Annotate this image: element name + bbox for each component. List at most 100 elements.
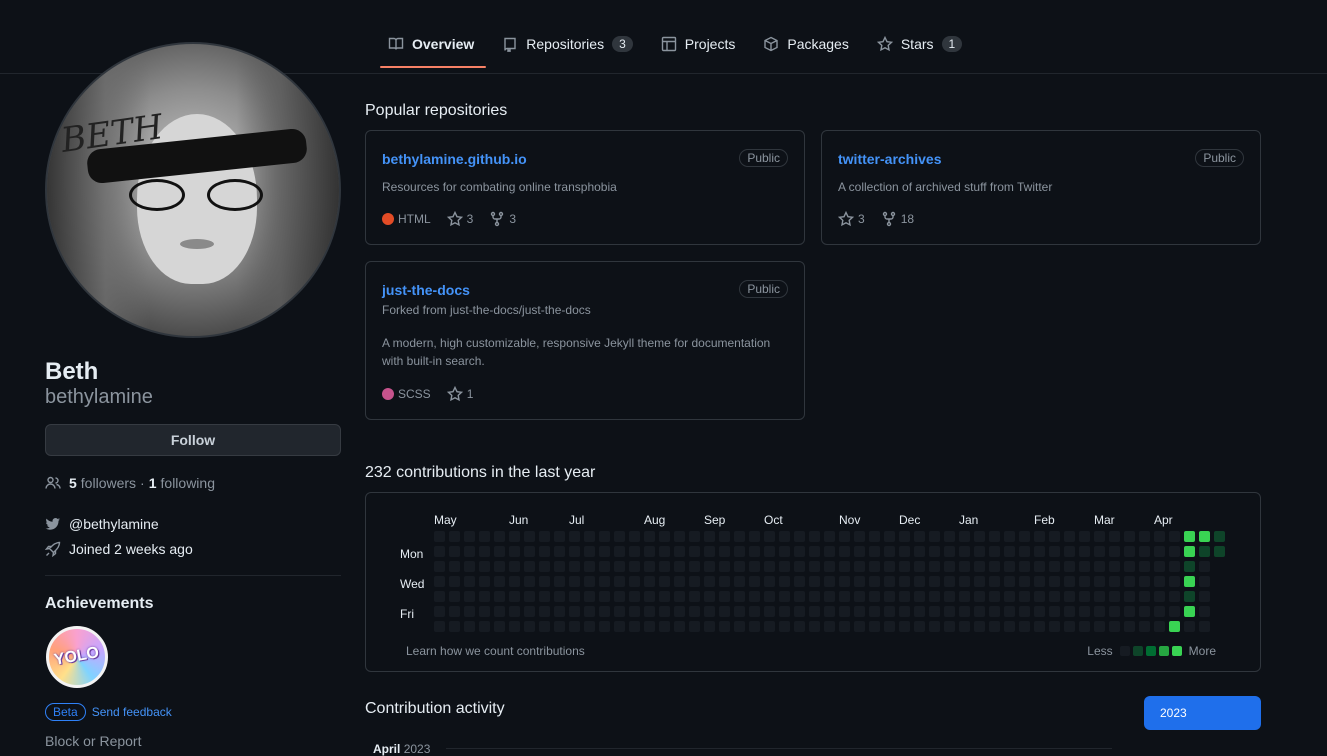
contribution-day-cell[interactable] bbox=[869, 561, 880, 572]
contribution-day-cell[interactable] bbox=[569, 531, 580, 542]
contribution-day-cell[interactable] bbox=[764, 546, 775, 557]
contribution-day-cell[interactable] bbox=[1109, 606, 1120, 617]
contribution-day-cell[interactable] bbox=[854, 576, 865, 587]
contribution-day-cell[interactable] bbox=[554, 606, 565, 617]
contribution-day-cell[interactable] bbox=[899, 591, 910, 602]
contribution-day-cell[interactable] bbox=[464, 591, 475, 602]
contribution-day-cell[interactable] bbox=[569, 576, 580, 587]
contribution-day-cell[interactable] bbox=[1169, 606, 1180, 617]
contribution-day-cell[interactable] bbox=[1064, 591, 1075, 602]
contribution-day-cell[interactable] bbox=[914, 561, 925, 572]
contribution-day-cell[interactable] bbox=[854, 621, 865, 632]
contribution-day-cell[interactable] bbox=[914, 591, 925, 602]
contribution-day-cell[interactable] bbox=[1199, 561, 1210, 572]
contribution-day-cell[interactable] bbox=[839, 531, 850, 542]
following-label[interactable]: following bbox=[161, 475, 215, 491]
follow-button[interactable]: Follow bbox=[45, 424, 341, 456]
contribution-day-cell[interactable] bbox=[1109, 531, 1120, 542]
contribution-day-cell[interactable] bbox=[764, 591, 775, 602]
contribution-day-cell[interactable] bbox=[599, 606, 610, 617]
contribution-day-cell[interactable] bbox=[1004, 621, 1015, 632]
repo-forks[interactable]: 18 bbox=[881, 211, 914, 227]
contribution-day-cell[interactable] bbox=[449, 561, 460, 572]
contribution-day-cell[interactable] bbox=[689, 561, 700, 572]
contribution-day-cell[interactable] bbox=[659, 591, 670, 602]
contribution-day-cell[interactable] bbox=[779, 591, 790, 602]
contribution-day-cell[interactable] bbox=[1064, 531, 1075, 542]
contribution-day-cell[interactable] bbox=[779, 606, 790, 617]
contribution-day-cell[interactable] bbox=[1064, 561, 1075, 572]
contribution-day-cell[interactable] bbox=[1169, 591, 1180, 602]
repo-link[interactable]: just-the-docs bbox=[382, 282, 470, 298]
contribution-day-cell[interactable] bbox=[704, 606, 715, 617]
contribution-day-cell[interactable] bbox=[674, 531, 685, 542]
contribution-day-cell[interactable] bbox=[749, 576, 760, 587]
contribution-day-cell[interactable] bbox=[629, 621, 640, 632]
tab-repositories[interactable]: Repositories 3 bbox=[494, 28, 645, 66]
contribution-day-cell[interactable] bbox=[884, 546, 895, 557]
contribution-day-cell[interactable] bbox=[614, 576, 625, 587]
contribution-day-cell[interactable] bbox=[449, 621, 460, 632]
contribution-day-cell[interactable] bbox=[509, 561, 520, 572]
contribution-day-cell[interactable] bbox=[779, 531, 790, 542]
contribution-day-cell[interactable] bbox=[1094, 561, 1105, 572]
contribution-day-cell[interactable] bbox=[974, 591, 985, 602]
contribution-day-cell[interactable] bbox=[809, 546, 820, 557]
contribution-day-cell[interactable] bbox=[479, 531, 490, 542]
contribution-day-cell[interactable] bbox=[914, 621, 925, 632]
contribution-day-cell[interactable] bbox=[824, 591, 835, 602]
contribution-day-cell[interactable] bbox=[1124, 561, 1135, 572]
contribution-day-cell[interactable] bbox=[899, 546, 910, 557]
contribution-day-cell[interactable] bbox=[659, 546, 670, 557]
contribution-day-cell[interactable] bbox=[569, 591, 580, 602]
contribution-day-cell[interactable] bbox=[644, 531, 655, 542]
contribution-day-cell[interactable] bbox=[989, 621, 1000, 632]
contribution-day-cell[interactable] bbox=[1094, 576, 1105, 587]
contribution-day-cell[interactable] bbox=[494, 591, 505, 602]
contribution-day-cell[interactable] bbox=[1004, 606, 1015, 617]
contribution-day-cell[interactable] bbox=[494, 606, 505, 617]
contribution-day-cell[interactable] bbox=[779, 561, 790, 572]
contribution-day-cell[interactable] bbox=[1154, 621, 1165, 632]
repo-link[interactable]: twitter-archives bbox=[838, 151, 941, 167]
contribution-day-cell[interactable] bbox=[734, 561, 745, 572]
contribution-day-cell[interactable] bbox=[494, 576, 505, 587]
contribution-day-cell[interactable] bbox=[539, 606, 550, 617]
contribution-day-cell[interactable] bbox=[959, 621, 970, 632]
contribution-day-cell[interactable] bbox=[959, 576, 970, 587]
contribution-day-cell[interactable] bbox=[524, 606, 535, 617]
contribution-day-cell[interactable] bbox=[1064, 606, 1075, 617]
contribution-day-cell[interactable] bbox=[884, 561, 895, 572]
contribution-day-cell[interactable] bbox=[674, 561, 685, 572]
contribution-day-cell[interactable] bbox=[584, 591, 595, 602]
contribution-day-cell[interactable] bbox=[734, 531, 745, 542]
tab-stars[interactable]: Stars 1 bbox=[869, 28, 974, 66]
contribution-day-cell[interactable] bbox=[1199, 606, 1210, 617]
contribution-day-cell[interactable] bbox=[734, 621, 745, 632]
contribution-day-cell[interactable] bbox=[764, 576, 775, 587]
contribution-day-cell[interactable] bbox=[1019, 546, 1030, 557]
contribution-day-cell[interactable] bbox=[584, 531, 595, 542]
contribution-day-cell[interactable] bbox=[749, 546, 760, 557]
contribution-day-cell[interactable] bbox=[644, 606, 655, 617]
contribution-day-cell[interactable] bbox=[509, 531, 520, 542]
contribution-day-cell[interactable] bbox=[974, 576, 985, 587]
contribution-day-cell[interactable] bbox=[539, 531, 550, 542]
contribution-day-cell[interactable] bbox=[1124, 576, 1135, 587]
contribution-day-cell[interactable] bbox=[689, 606, 700, 617]
repo-link[interactable]: bethylamine.github.io bbox=[382, 151, 527, 167]
contribution-day-cell[interactable] bbox=[1064, 546, 1075, 557]
contribution-day-cell[interactable] bbox=[659, 531, 670, 542]
contribution-day-cell[interactable] bbox=[884, 576, 895, 587]
contribution-day-cell[interactable] bbox=[944, 621, 955, 632]
contribution-day-cell[interactable] bbox=[434, 621, 445, 632]
contribution-day-cell[interactable] bbox=[1169, 561, 1180, 572]
contribution-day-cell[interactable] bbox=[464, 561, 475, 572]
contribution-day-cell[interactable] bbox=[569, 606, 580, 617]
contribution-day-cell[interactable] bbox=[1004, 531, 1015, 542]
contribution-day-cell[interactable] bbox=[1154, 606, 1165, 617]
contribution-day-cell[interactable] bbox=[959, 606, 970, 617]
contribution-day-cell[interactable] bbox=[1079, 606, 1090, 617]
contribution-day-cell[interactable] bbox=[1124, 591, 1135, 602]
contribution-day-cell[interactable] bbox=[584, 561, 595, 572]
